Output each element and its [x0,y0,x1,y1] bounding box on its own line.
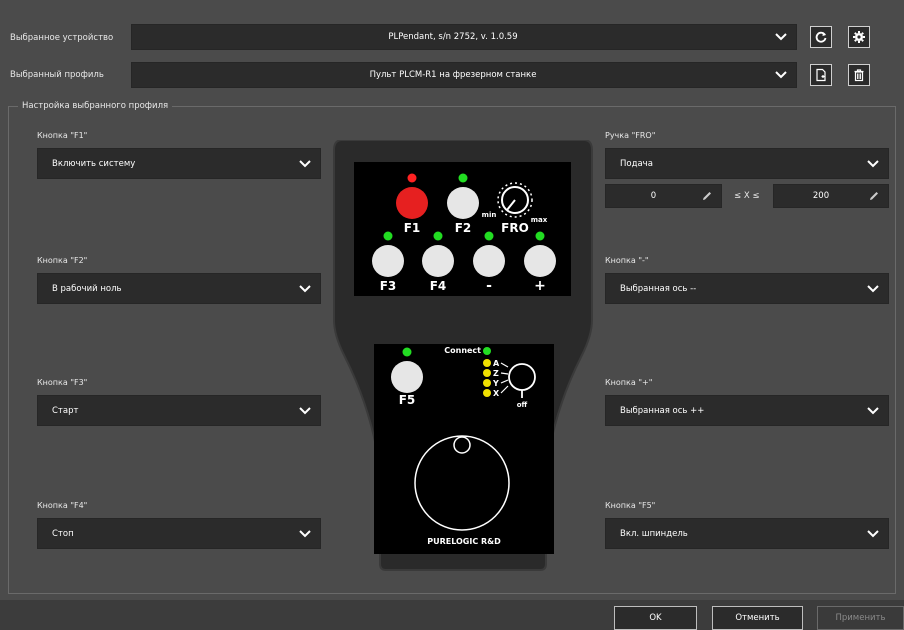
pendant-f2-text: F2 [455,221,472,235]
connect-led [483,347,491,355]
axis-off-text: off [517,401,528,409]
chevron-down-icon [867,406,879,414]
minus-select-value: Выбранная ось -- [620,283,697,294]
pendant-illustration: F1 F2 min FRO max F3 F4 - + F5 Connect A… [333,140,593,571]
f5-label: Кнопка "F5" [605,501,656,510]
f1-select-value: Включить систему [52,158,136,169]
pencil-icon[interactable] [868,190,880,202]
device-label: Выбранное устройство [10,33,114,43]
minus-led [484,231,494,241]
pendant-f2-button [447,187,479,219]
f1-led [407,173,417,183]
pendant-f5-text: F5 [399,393,416,407]
f3-select-value: Старт [52,405,79,416]
chevron-down-icon [867,284,879,292]
pendant-f4-text: F4 [430,279,447,293]
profile-label: Выбранный профиль [10,70,104,80]
axis-x-led [483,389,491,397]
f4-led [433,231,443,241]
profile-settings-window: Выбранное устройство PLPendant, s/n 2752… [0,0,904,630]
chevron-down-icon [867,529,879,537]
ok-button[interactable]: OK [614,606,697,630]
connect-text: Connect [444,346,481,355]
brand-text: PURELOGIC R&D [427,537,501,546]
trash-icon [854,69,864,82]
fro-min-text: min [482,211,497,219]
fro-select-value: Подача [620,158,653,169]
pencil-icon[interactable] [701,190,713,202]
plus-select-value: Выбранная ось ++ [620,405,705,416]
f4-select-value: Стоп [52,528,74,539]
f3-select[interactable]: Старт [37,395,321,426]
chevron-down-icon [299,406,311,414]
fro-min-value: 0 [650,191,657,201]
pendant-minus-text: - [486,278,492,294]
fro-range-label: ≤ X ≤ [734,191,760,201]
minus-label: Кнопка "-" [605,256,649,265]
axis-y-text: Y [492,379,499,388]
fro-max-field[interactable]: 200 [773,184,889,208]
f5-select-value: Вкл. шпиндель [620,528,688,539]
f4-select[interactable]: Стоп [37,518,321,549]
plus-select[interactable]: Выбранная ось ++ [605,395,889,426]
pendant-f3-button [372,245,404,277]
profile-select-value: Пульт PLCM-R1 на фрезерном станке [369,70,537,80]
fro-text: FRO [501,221,529,235]
device-settings-button[interactable] [848,26,870,48]
refresh-button[interactable] [810,26,832,48]
refresh-icon [815,31,827,43]
pendant-minus-button [473,245,505,277]
pendant-plus-button [524,245,556,277]
fro-label: Ручка "FRO" [605,131,656,140]
f1-label: Кнопка "F1" [37,131,88,140]
fro-min-field[interactable]: 0 [605,184,722,208]
f4-label: Кнопка "F4" [37,501,88,510]
plus-label: Кнопка "+" [605,378,653,387]
fro-max-text: max [531,216,548,224]
f5-led [402,347,412,357]
axis-a-text: A [493,359,500,368]
axis-a-led [483,359,491,367]
profile-select[interactable]: Пульт PLCM-R1 на фрезерном станке [131,62,797,88]
minus-select[interactable]: Выбранная ось -- [605,273,889,304]
device-select[interactable]: PLPendant, s/n 2752, v. 1.0.59 [131,24,797,50]
chevron-down-icon [775,33,787,41]
chevron-down-icon [299,529,311,537]
axis-x-text: X [493,389,500,398]
f2-led [458,173,468,183]
axis-z-text: Z [493,369,499,378]
cancel-button[interactable]: Отменить [712,606,803,630]
apply-button[interactable]: Применить [817,606,904,630]
gear-icon [853,31,865,43]
plus-led [535,231,545,241]
f2-select[interactable]: В рабочий ноль [37,273,321,304]
f5-select[interactable]: Вкл. шпиндель [605,518,889,549]
pendant-f1-text: F1 [404,221,421,235]
pendant-f5-button [391,361,423,393]
axis-z-led [483,369,491,377]
chevron-down-icon [775,71,787,79]
top-strip [0,0,904,12]
device-select-value: PLPendant, s/n 2752, v. 1.0.59 [388,32,518,42]
f2-label: Кнопка "F2" [37,256,88,265]
f3-led [383,231,393,241]
f3-label: Кнопка "F3" [37,378,88,387]
f2-select-value: В рабочий ноль [52,283,122,294]
fro-max-value: 200 [812,191,830,201]
axis-y-led [483,379,491,387]
profile-settings-title: Настройка выбранного профиля [18,101,173,111]
new-profile-button[interactable] [810,64,832,86]
f1-select[interactable]: Включить систему [37,148,321,179]
chevron-down-icon [867,159,879,167]
delete-profile-button[interactable] [848,64,870,86]
pendant-f1-button [396,187,428,219]
pendant-f3-text: F3 [380,279,397,293]
fro-select[interactable]: Подача [605,148,889,179]
chevron-down-icon [299,159,311,167]
chevron-down-icon [299,284,311,292]
pendant-plus-text: + [534,278,546,294]
new-file-icon [816,68,826,82]
pendant-f4-button [422,245,454,277]
